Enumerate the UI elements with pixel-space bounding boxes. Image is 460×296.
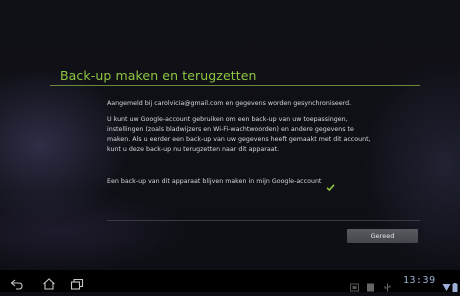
status-clock: 13:39 [403,275,436,286]
home-icon[interactable] [42,275,56,290]
system-navigation-bar: 13:39 [0,270,460,292]
usb-icon [383,277,392,292]
backup-description-text: U kunt uw Google-account gebruiken om ee… [107,116,371,153]
backup-checkbox-row[interactable]: Een back-up van dit apparaat blijven mak… [107,174,335,191]
account-sync-text: Aangemeld bij carolvicia@gmail.com en ge… [107,100,352,107]
page-title: Back-up maken en terugzetten [60,68,257,83]
title-divider [50,85,420,86]
back-icon[interactable] [10,275,24,290]
wifi-icon [442,277,451,291]
checkmark-icon[interactable] [326,177,335,191]
battery-icon [452,277,458,292]
done-button[interactable]: Gereed [347,229,418,243]
screenshot-icon [350,277,359,292]
notification-icon [366,277,375,292]
backup-checkbox-label: Een back-up van dit apparaat blijven mak… [107,177,322,185]
recent-apps-icon[interactable] [70,275,84,290]
setup-wizard-screen: Back-up maken en terugzetten Aangemeld b… [0,0,460,270]
footer-divider [107,220,420,221]
